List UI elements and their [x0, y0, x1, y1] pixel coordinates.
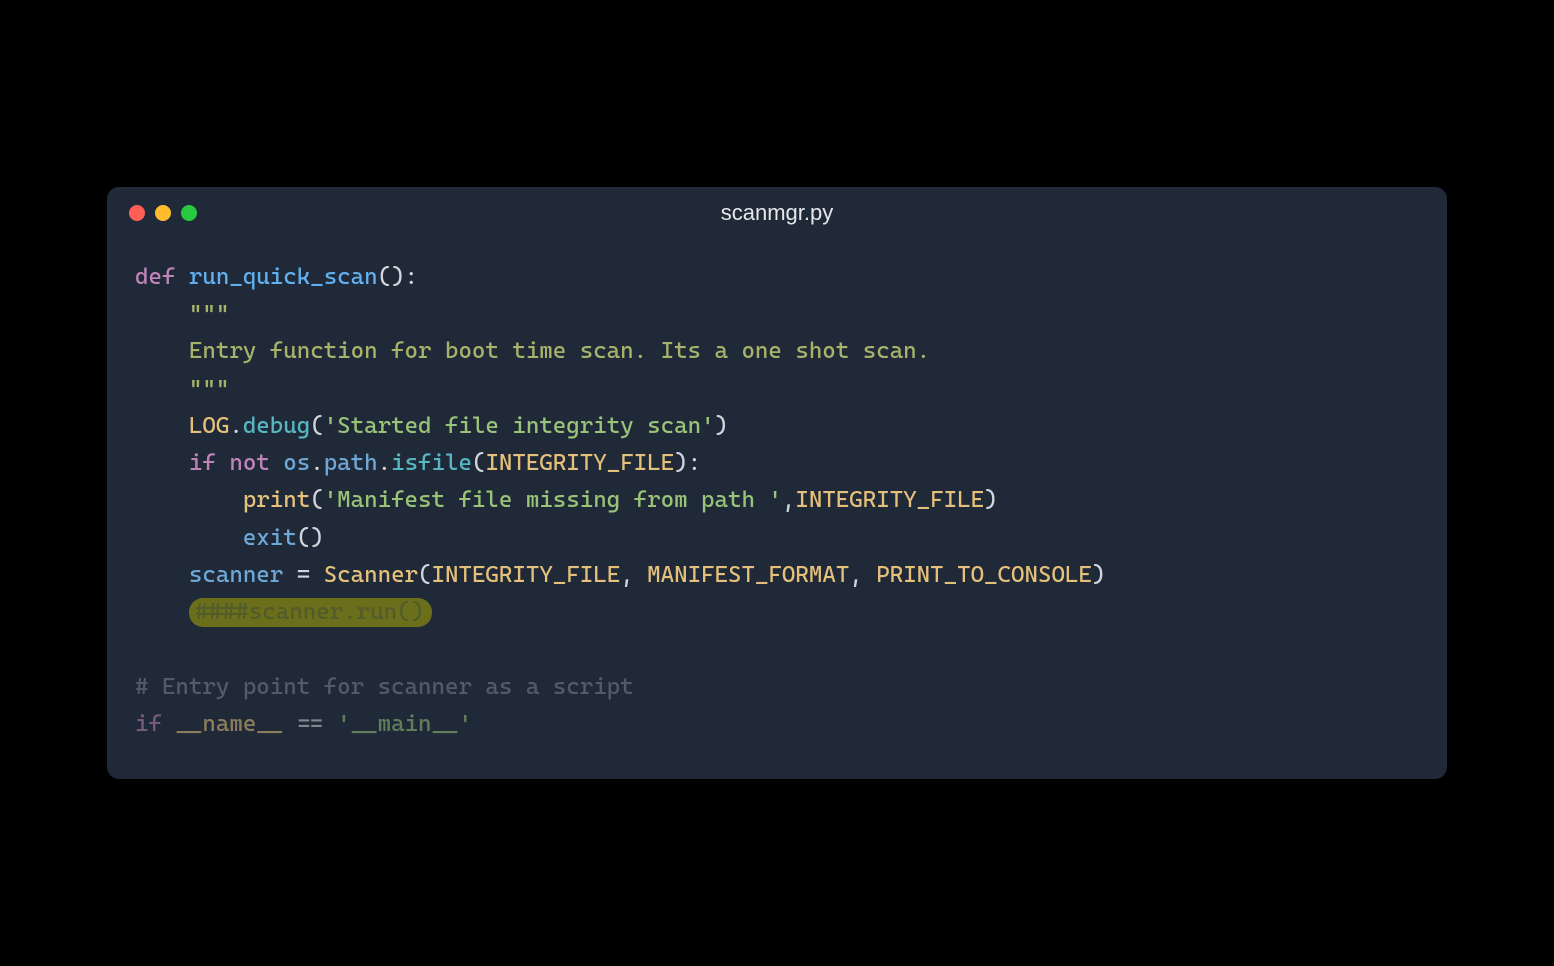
window-title: scanmgr.py — [721, 200, 834, 226]
const: MANIFEST_FORMAT — [647, 562, 849, 588]
code-editor[interactable]: def run_quick_scan(): """ Entry function… — [107, 231, 1447, 779]
punct: (): — [378, 264, 418, 290]
ident-path: path — [324, 450, 378, 476]
close-icon[interactable] — [129, 205, 145, 221]
const: PRINT_TO_CONSOLE — [876, 562, 1092, 588]
const: INTEGRITY_FILE — [795, 487, 984, 513]
keyword-if: if — [135, 711, 162, 737]
docstring-close: """ — [189, 376, 229, 402]
code-line: scanner = Scanner(INTEGRITY_FILE, MANIFE… — [189, 562, 1105, 588]
operator: == — [283, 711, 337, 737]
traffic-lights — [129, 205, 197, 221]
highlighted-comment: ####scanner.run() — [189, 598, 432, 627]
builtin-print: print — [243, 487, 310, 513]
builtin-exit: exit — [243, 525, 297, 551]
code-line: LOG.debug('Started file integrity scan') — [189, 413, 728, 439]
code-line: def run_quick_scan(): — [135, 264, 418, 290]
punct: ( — [472, 450, 485, 476]
punct: ) — [1092, 562, 1105, 588]
punct: , — [849, 562, 876, 588]
code-line-dim: if __name__ == '__main__' — [135, 711, 472, 737]
minimize-icon[interactable] — [155, 205, 171, 221]
code-line: print('Manifest file missing from path '… — [243, 487, 998, 513]
docstring-open: """ — [189, 301, 229, 327]
string-main: '__main__' — [337, 711, 472, 737]
punct: () — [297, 525, 324, 551]
maximize-icon[interactable] — [181, 205, 197, 221]
string: 'Manifest file missing from path ' — [324, 487, 782, 513]
comment: # Entry point for scanner as a script — [135, 674, 634, 700]
const: INTEGRITY_FILE — [432, 562, 621, 588]
punct: , — [782, 487, 795, 513]
punct: . — [229, 413, 242, 439]
punct: ( — [310, 487, 323, 513]
method-debug: debug — [243, 413, 310, 439]
punct: . — [378, 450, 391, 476]
punct: . — [310, 450, 323, 476]
code-line-dim: # Entry point for scanner as a script — [135, 674, 634, 700]
punct: ) — [984, 487, 997, 513]
const: INTEGRITY_FILE — [485, 450, 674, 476]
operator: = — [283, 562, 323, 588]
punct: ( — [310, 413, 323, 439]
dunder-name: __name__ — [175, 711, 283, 737]
titlebar: scanmgr.py — [107, 187, 1447, 231]
code-line: if not os.path.isfile(INTEGRITY_FILE): — [189, 450, 701, 476]
punct: , — [620, 562, 647, 588]
function-name: run_quick_scan — [189, 264, 378, 290]
class-scanner: Scanner — [324, 562, 418, 588]
punct: ): — [674, 450, 701, 476]
string: 'Started file integrity scan' — [324, 413, 715, 439]
docstring-body: Entry function for boot time scan. Its a… — [189, 338, 930, 364]
ident-scanner: scanner — [189, 562, 283, 588]
ident-os: os — [283, 450, 310, 476]
keyword-if: if — [189, 450, 216, 476]
ident-log: LOG — [189, 413, 229, 439]
keyword-def: def — [135, 264, 175, 290]
punct: ) — [715, 413, 728, 439]
code-line: exit() — [243, 525, 324, 551]
keyword-not: not — [229, 450, 269, 476]
method-isfile: isfile — [391, 450, 472, 476]
punct: ( — [418, 562, 431, 588]
editor-window: scanmgr.py def run_quick_scan(): """ Ent… — [107, 187, 1447, 779]
